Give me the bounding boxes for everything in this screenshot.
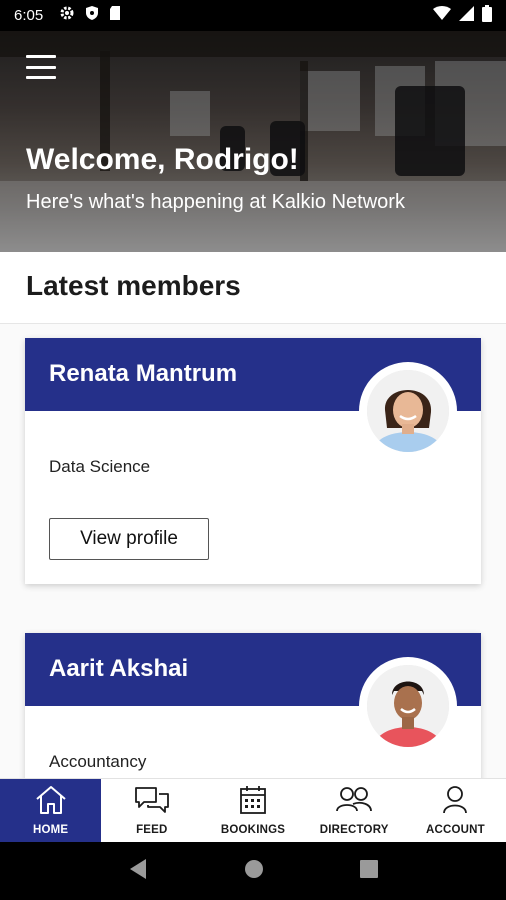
hamburger-icon[interactable]: [26, 55, 56, 79]
member-card: Renata Mantrum Data Science View profile: [25, 338, 481, 584]
bottom-navigation: HOME FEED BOOKINGS DIRECTORY ACCOUNT: [0, 778, 506, 842]
back-icon[interactable]: [128, 858, 148, 885]
status-bar: 6:05: [0, 0, 506, 31]
nav-label: DIRECTORY: [319, 824, 389, 836]
nav-feed[interactable]: FEED: [101, 779, 202, 842]
system-navigation-bar: [0, 842, 506, 900]
wifi-icon: [433, 5, 451, 26]
view-profile-button[interactable]: View profile: [49, 518, 209, 560]
member-card: Aarit Akshai Accountancy: [25, 633, 481, 778]
avatar[interactable]: [359, 657, 457, 755]
member-department: Data Science: [49, 457, 151, 476]
section-title: Latest members: [26, 270, 241, 301]
welcome-subtitle: Here's what's happening at Kalkio Networ…: [26, 191, 405, 213]
person-icon: [442, 785, 468, 820]
nav-account[interactable]: ACCOUNT: [405, 779, 506, 842]
shield-icon: [85, 5, 99, 26]
nav-label: ACCOUNT: [425, 824, 485, 836]
nav-directory[interactable]: DIRECTORY: [304, 779, 405, 842]
welcome-title: Welcome, Rodrigo!: [26, 143, 299, 176]
hero-banner: Welcome, Rodrigo! Here's what's happenin…: [0, 31, 506, 252]
sd-card-icon: [109, 5, 121, 26]
gear-icon: [59, 5, 75, 26]
members-list[interactable]: Renata Mantrum Data Science View profile…: [0, 324, 506, 778]
home-icon: [34, 785, 68, 820]
nav-bookings[interactable]: BOOKINGS: [202, 779, 303, 842]
nav-label: HOME: [32, 824, 69, 836]
recents-icon[interactable]: [360, 859, 378, 883]
chat-bubbles-icon: [134, 785, 170, 820]
people-icon: [335, 785, 373, 820]
nav-home[interactable]: HOME: [0, 779, 102, 842]
signal-icon: [459, 5, 474, 26]
battery-icon: [482, 4, 492, 27]
status-time: 6:05: [14, 7, 44, 24]
member-name: Renata Mantrum: [49, 360, 238, 387]
nav-label: BOOKINGS: [220, 824, 286, 836]
member-name: Aarit Akshai: [49, 655, 189, 682]
nav-label: FEED: [136, 824, 168, 836]
avatar[interactable]: [359, 362, 457, 460]
section-header: Latest members: [0, 252, 506, 324]
home-button-icon[interactable]: [244, 859, 264, 884]
calendar-icon: [239, 785, 267, 820]
member-department: Accountancy: [49, 752, 147, 771]
